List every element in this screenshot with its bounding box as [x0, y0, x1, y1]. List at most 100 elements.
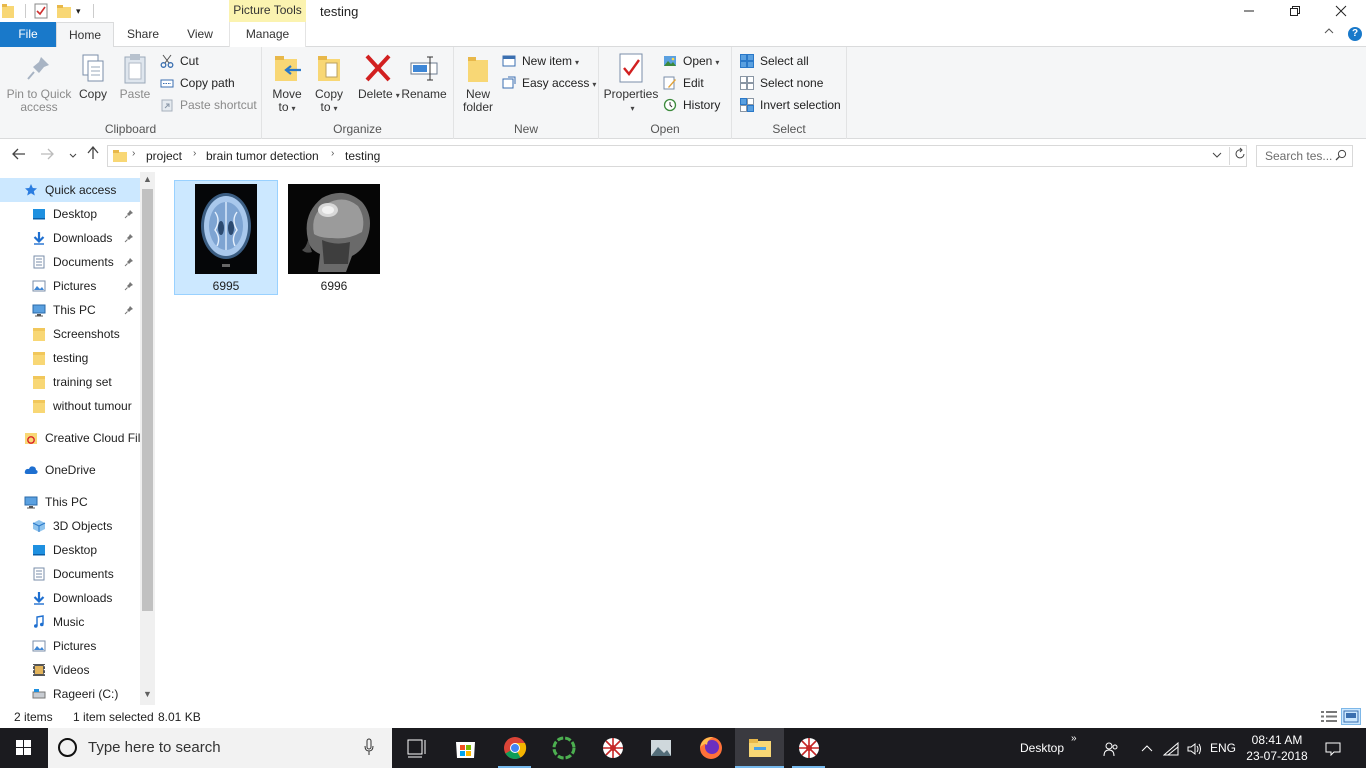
easy-access-button[interactable]: Easy access ▾ [502, 73, 596, 93]
sidebar-item-quick-access[interactable]: Quick access [0, 178, 140, 202]
sidebar-item-desktop[interactable]: Desktop [0, 202, 140, 226]
wifi-icon[interactable] [1160, 728, 1182, 768]
new-item-button[interactable]: New item ▾ [502, 51, 579, 71]
delete-button[interactable]: Delete ▾ [358, 51, 400, 102]
new-folder-button[interactable]: New folder [460, 51, 496, 114]
address-bar[interactable]: › project › brain tumor detection › test… [107, 145, 1247, 167]
sidebar-item-creative-cloud-fil[interactable]: Creative Cloud Fil [0, 426, 140, 450]
sidebar-item-music[interactable]: Music [0, 610, 140, 634]
breadcrumb-separator[interactable]: › [132, 148, 135, 159]
sidebar-item-desktop[interactable]: Desktop [0, 538, 140, 562]
nav-scrollbar[interactable]: ▲ ▼ [140, 172, 155, 705]
file-explorer-icon[interactable] [735, 728, 784, 768]
details-view-icon[interactable] [1320, 709, 1338, 724]
sidebar-item-this-pc[interactable]: This PC [0, 490, 140, 514]
select-none-button[interactable]: Select none [740, 73, 823, 93]
sidebar-item-downloads[interactable]: Downloads [0, 226, 140, 250]
pin-icon[interactable] [124, 226, 134, 250]
sidebar-item-videos[interactable]: Videos [0, 658, 140, 682]
select-all-button[interactable]: Select all [740, 51, 809, 71]
sidebar-item-documents[interactable]: Documents [0, 562, 140, 586]
sidebar-item-rageeri-c[interactable]: Rageeri (C:) [0, 682, 140, 705]
invert-selection-button[interactable]: Invert selection [740, 95, 841, 115]
tab-home[interactable]: Home [56, 22, 114, 48]
notification-icon[interactable] [1322, 728, 1344, 768]
file-list[interactable]: 6995 6996 [160, 172, 1366, 705]
breadcrumb-separator[interactable]: › [331, 148, 334, 159]
sidebar-item-pictures[interactable]: Pictures [0, 274, 140, 298]
back-arrow-icon[interactable] [10, 146, 28, 166]
show-hidden-icons-icon[interactable] [1138, 728, 1156, 768]
photo-viewer-icon[interactable] [637, 728, 686, 768]
windows-start-icon[interactable] [0, 728, 48, 768]
help-icon[interactable]: ? [1348, 27, 1362, 41]
firefox-icon[interactable] [686, 728, 735, 768]
people-icon[interactable] [1100, 728, 1122, 768]
forward-arrow-icon[interactable] [38, 146, 56, 166]
properties-icon[interactable] [34, 3, 48, 19]
paste-shortcut-button[interactable]: Paste shortcut [160, 95, 257, 115]
desktop-toolbar-label[interactable]: Desktop [1014, 728, 1070, 768]
up-arrow-icon[interactable] [84, 145, 102, 166]
paste-button[interactable]: Paste [116, 51, 154, 101]
refresh-icon[interactable] [1229, 147, 1246, 165]
pin-icon[interactable] [124, 274, 134, 298]
large-icons-view-icon[interactable] [1341, 708, 1361, 725]
new-folder-icon[interactable] [57, 3, 71, 19]
store-icon[interactable] [441, 728, 490, 768]
search-input[interactable]: Search tes... [1256, 145, 1353, 167]
breadcrumb-brain-tumor-detection[interactable]: brain tumor detection [206, 149, 319, 163]
sidebar-item-3d-objects[interactable]: 3D Objects [0, 514, 140, 538]
pin-to-quick-access-button[interactable]: Pin to Quick access [4, 51, 74, 114]
scroll-down-icon[interactable]: ▼ [140, 689, 155, 699]
sidebar-item-downloads[interactable]: Downloads [0, 586, 140, 610]
file-item-6996[interactable]: 6996 [282, 180, 386, 295]
taskbar-search-box[interactable]: Type here to search [48, 728, 392, 768]
sidebar-item-testing[interactable]: testing [0, 346, 140, 370]
restore-button[interactable] [1272, 0, 1318, 22]
copy-path-button[interactable]: Copy path [160, 73, 235, 93]
breadcrumb-project[interactable]: project [146, 149, 182, 163]
file-item-6995[interactable]: 6995 [174, 180, 278, 295]
sidebar-item-documents[interactable]: Documents [0, 250, 140, 274]
chevron-right-icon[interactable]: » [1071, 728, 1077, 768]
pin-icon[interactable] [124, 298, 134, 322]
sidebar-item-this-pc[interactable]: This PC [0, 298, 140, 322]
sidebar-item-onedrive[interactable]: OneDrive [0, 458, 140, 482]
cut-button[interactable]: Cut [160, 51, 199, 71]
tab-view[interactable]: View [172, 22, 228, 47]
tab-file[interactable]: File [0, 22, 56, 47]
history-button[interactable]: History [663, 95, 720, 115]
scroll-up-icon[interactable]: ▲ [140, 174, 155, 184]
microphone-icon[interactable] [364, 738, 374, 760]
spider-app-icon[interactable] [784, 728, 833, 768]
green-circle-app-icon[interactable] [539, 728, 588, 768]
pin-icon[interactable] [124, 250, 134, 274]
move-to-button[interactable]: Move to ▾ [268, 51, 306, 115]
tab-manage[interactable]: Manage [229, 22, 306, 47]
copy-button[interactable]: Copy [74, 51, 112, 101]
sidebar-item-without-tumour[interactable]: without tumour [0, 394, 140, 418]
breadcrumb-separator[interactable]: › [193, 148, 196, 159]
collapse-ribbon-icon[interactable] [1324, 26, 1334, 38]
task-view-icon[interactable] [392, 728, 441, 768]
breadcrumb-testing[interactable]: testing [345, 149, 380, 163]
address-dropdown-icon[interactable] [1212, 148, 1222, 165]
copy-to-button[interactable]: Copy to ▾ [310, 51, 348, 115]
clock[interactable]: 08:41 AM 23-07-2018 [1244, 732, 1310, 764]
sidebar-item-training-set[interactable]: training set [0, 370, 140, 394]
volume-icon[interactable] [1184, 728, 1206, 768]
recent-locations-icon[interactable] [64, 146, 82, 166]
open-button[interactable]: Open ▾ [663, 51, 719, 71]
edit-button[interactable]: Edit [663, 73, 704, 93]
properties-button[interactable]: Properties ▾ [603, 51, 659, 115]
pin-icon[interactable] [124, 202, 134, 226]
qat-dropdown-icon[interactable]: ▾ [76, 3, 86, 19]
chrome-icon[interactable] [490, 728, 539, 768]
spider-app-icon[interactable] [588, 728, 637, 768]
tab-share[interactable]: Share [114, 22, 172, 47]
sidebar-item-pictures[interactable]: Pictures [0, 634, 140, 658]
minimize-button[interactable] [1226, 0, 1272, 22]
close-button[interactable] [1318, 0, 1364, 22]
rename-button[interactable]: Rename [400, 51, 448, 101]
